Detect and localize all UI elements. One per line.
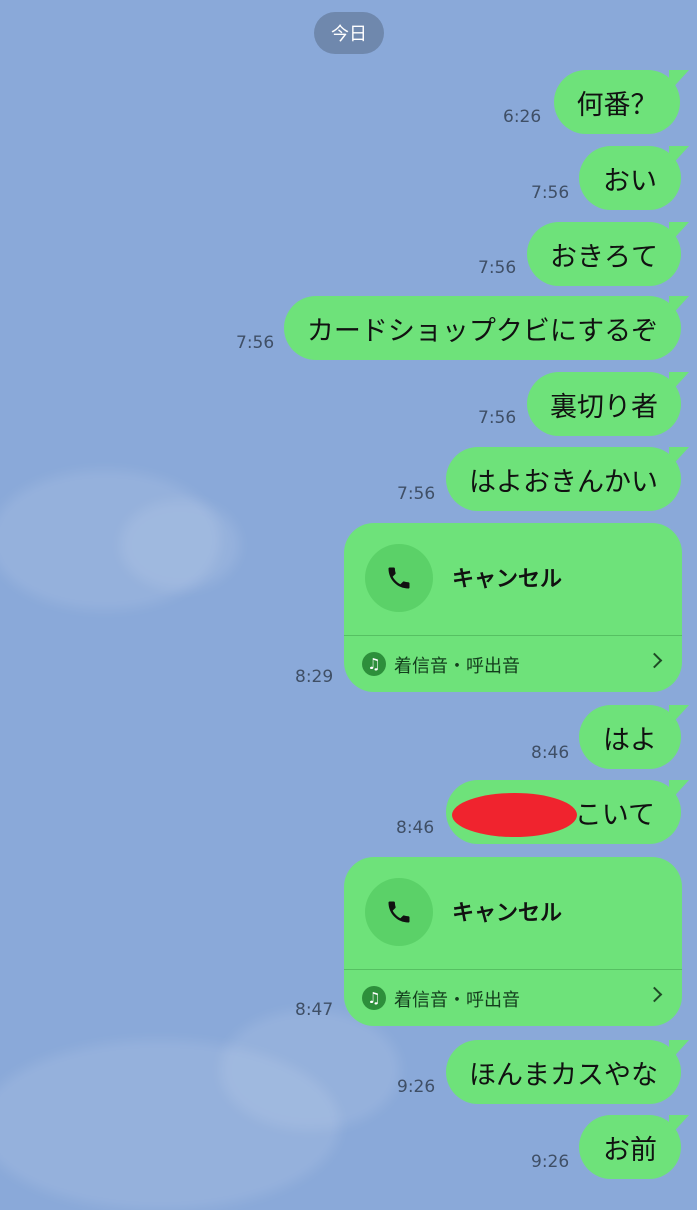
message-text: こいて (574, 799, 655, 831)
message-time: 6:26 (503, 107, 542, 127)
ringtone-label: 着信音・呼出音 (394, 656, 520, 677)
message-bubble[interactable]: おい (579, 146, 681, 210)
call-summary[interactable]: キャンセル (344, 523, 682, 635)
message-time: 7:56 (478, 408, 517, 428)
chevron-right-icon[interactable] (646, 986, 663, 1003)
redaction-mark (452, 793, 577, 837)
message-time: 7:56 (397, 484, 436, 504)
message-time: 8:46 (531, 743, 570, 763)
call-icon-circle (365, 878, 433, 946)
call-icon-circle (365, 544, 433, 612)
call-summary[interactable]: キャンセル (344, 857, 682, 969)
music-note-icon: ♫ (362, 652, 386, 676)
message-time: 7:56 (478, 258, 517, 278)
cloud-decoration (220, 1010, 400, 1130)
bubble-tail (669, 146, 689, 168)
chevron-right-icon[interactable] (646, 652, 663, 669)
message-time: 8:47 (295, 1000, 334, 1020)
message-time: 9:26 (531, 1152, 570, 1172)
music-note-icon: ♫ (362, 986, 386, 1010)
call-card[interactable]: キャンセル ♫ 着信音・呼出音 (344, 857, 682, 1026)
bubble-tail (669, 1040, 689, 1062)
message-bubble[interactable]: お前 (579, 1115, 681, 1179)
message-time: 8:46 (396, 818, 435, 838)
bubble-tail (669, 222, 689, 244)
phone-icon (388, 901, 410, 923)
call-status-title: キャンセル (452, 901, 563, 926)
message-bubble[interactable]: はよおきんかい (446, 447, 681, 511)
message-time: 7:56 (236, 333, 275, 353)
phone-icon (388, 567, 410, 589)
message-bubble[interactable]: カードショップクビにするぞ (284, 296, 681, 360)
message-time: 8:29 (295, 667, 334, 687)
bubble-tail (669, 1115, 689, 1137)
message-bubble[interactable]: ほんまカスやな (446, 1040, 681, 1104)
cloud-decoration (120, 500, 240, 590)
date-header: 今日 (314, 12, 384, 54)
ringtone-row[interactable]: ♫ 着信音・呼出音 (344, 970, 682, 1026)
message-bubble[interactable]: はよ (579, 705, 681, 769)
message-bubble[interactable]: 裏切り者 (527, 372, 681, 436)
call-card[interactable]: キャンセル ♫ 着信音・呼出音 (344, 523, 682, 692)
bubble-tail (669, 70, 689, 92)
message-bubble[interactable]: 何番？ (554, 70, 680, 134)
message-time: 7:56 (531, 183, 570, 203)
ringtone-label: 着信音・呼出音 (394, 990, 520, 1011)
ringtone-row[interactable]: ♫ 着信音・呼出音 (344, 636, 682, 692)
call-status-title: キャンセル (452, 567, 563, 592)
message-time: 9:26 (397, 1077, 436, 1097)
message-bubble[interactable]: おきろて (527, 222, 681, 286)
